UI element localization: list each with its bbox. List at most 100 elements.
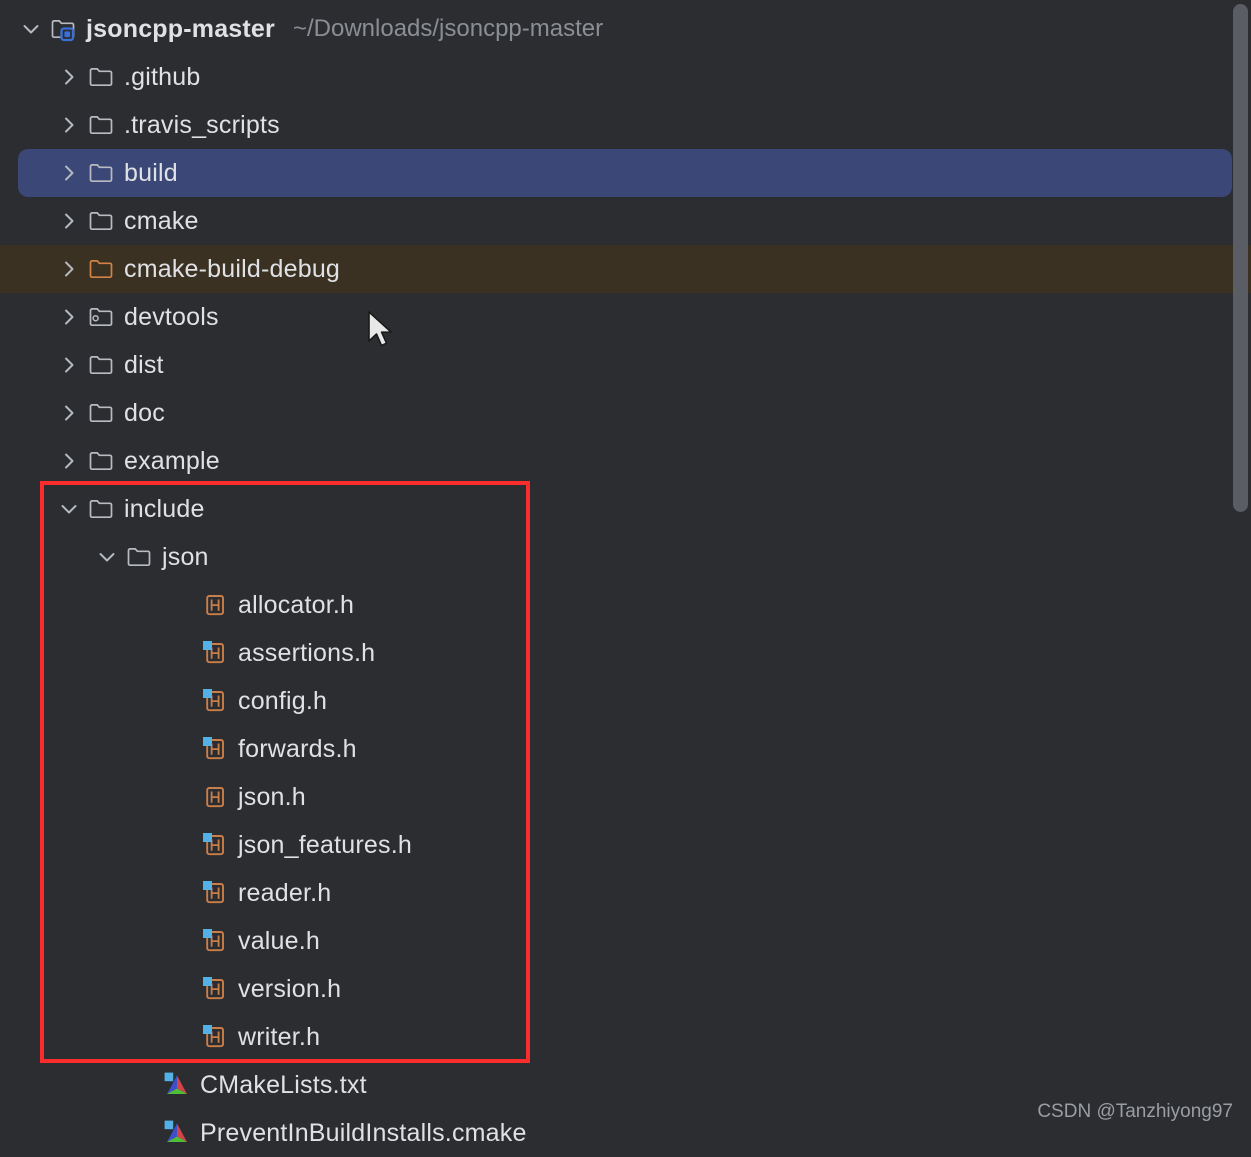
tree-row-content: value.h: [0, 917, 320, 965]
tree-row-background: [18, 149, 1232, 197]
header-file-icon: [202, 1024, 228, 1050]
tree-row-content: cmake: [0, 197, 199, 245]
tree-row-content: CMakeLists.txt: [0, 1061, 367, 1109]
header-file-icon: [202, 592, 228, 618]
tree-row-content: include: [0, 485, 205, 533]
folder-icon: [88, 400, 114, 426]
tree-row-content: .travis_scripts: [0, 101, 280, 149]
tree-row-content: assertions.h: [0, 629, 375, 677]
tree-row[interactable]: devtools: [0, 293, 1251, 341]
tree-row-label: include: [124, 494, 205, 523]
folder-source-root-icon: [88, 304, 114, 330]
tree-row[interactable]: dist: [0, 341, 1251, 389]
folder-icon: [88, 160, 114, 186]
tree-row[interactable]: .travis_scripts: [0, 101, 1251, 149]
header-file-icon: [202, 784, 228, 810]
header-file-icon: [202, 640, 228, 666]
tree-row-content: reader.h: [0, 869, 331, 917]
tree-row-path-hint: ~/Downloads/jsoncpp-master: [292, 15, 604, 42]
tree-row[interactable]: doc: [0, 389, 1251, 437]
chevron-down-icon[interactable]: [94, 544, 120, 570]
tree-row-label: jsoncpp-master: [86, 14, 275, 43]
chevron-right-icon[interactable]: [56, 256, 82, 282]
chevron-right-icon[interactable]: [56, 160, 82, 186]
tree-row[interactable]: .github: [0, 53, 1251, 101]
tree-row-label: .travis_scripts: [124, 110, 280, 139]
tree-row[interactable]: allocator.h: [0, 581, 1251, 629]
tree-row-content: dist: [0, 341, 164, 389]
tree-row[interactable]: json_features.h: [0, 821, 1251, 869]
tree-row-content: .github: [0, 53, 200, 101]
header-file-icon: [202, 832, 228, 858]
tree-row-content: allocator.h: [0, 581, 354, 629]
tree-row-content: forwards.h: [0, 725, 357, 773]
tree-row[interactable]: value.h: [0, 917, 1251, 965]
folder-icon: [88, 208, 114, 234]
tree-row[interactable]: version.h: [0, 965, 1251, 1013]
tree-row-label: allocator.h: [238, 590, 355, 619]
tree-row-label: build: [124, 158, 178, 187]
tree-row-content: PreventInBuildInstalls.cmake: [0, 1109, 527, 1157]
tree-row-label: reader.h: [238, 878, 332, 907]
tree-row-label: config.h: [238, 686, 328, 715]
tree-row-background: [0, 341, 1251, 389]
tree-row-content: build: [0, 149, 178, 197]
chevron-right-icon[interactable]: [56, 304, 82, 330]
tree-row-content: doc: [0, 389, 165, 437]
tree-row[interactable]: writer.h: [0, 1013, 1251, 1061]
tree-row-label: PreventInBuildInstalls.cmake: [200, 1118, 527, 1147]
folder-icon: [88, 496, 114, 522]
vertical-scrollbar-thumb[interactable]: [1233, 4, 1248, 512]
tree-row-content: version.h: [0, 965, 341, 1013]
tree-row-content: writer.h: [0, 1013, 320, 1061]
tree-row[interactable]: forwards.h: [0, 725, 1251, 773]
chevron-right-icon[interactable]: [56, 400, 82, 426]
folder-icon: [88, 64, 114, 90]
chevron-right-icon[interactable]: [56, 208, 82, 234]
tree-row-label: value.h: [238, 926, 321, 955]
chevron-right-icon[interactable]: [56, 64, 82, 90]
vertical-scrollbar-track[interactable]: [1230, 0, 1251, 1143]
tree-row[interactable]: assertions.h: [0, 629, 1251, 677]
tree-row-content: example: [0, 437, 220, 485]
tree-row[interactable]: build: [0, 149, 1251, 197]
tree-row-content: cmake-build-debug: [0, 245, 340, 293]
tree-row[interactable]: json.h: [0, 773, 1251, 821]
tree-row[interactable]: cmake: [0, 197, 1251, 245]
tree-row-label: .github: [124, 62, 201, 91]
csdn-watermark: CSDN @Tanzhiyong97: [1037, 1101, 1233, 1122]
chevron-down-icon[interactable]: [56, 496, 82, 522]
tree-row-label: cmake-build-debug: [124, 254, 341, 283]
chevron-down-icon[interactable]: [18, 16, 44, 42]
header-file-icon: [202, 928, 228, 954]
tree-row[interactable]: example: [0, 437, 1251, 485]
chevron-right-icon[interactable]: [56, 112, 82, 138]
tree-row-label: version.h: [238, 974, 342, 1003]
tree-row-label: cmake: [124, 206, 199, 235]
chevron-right-icon[interactable]: [56, 352, 82, 378]
tree-row-label: json_features.h: [238, 830, 412, 859]
tree-row-label: json.h: [238, 782, 306, 811]
tree-row-label: dist: [124, 350, 164, 379]
tree-row-content: config.h: [0, 677, 327, 725]
tree-row[interactable]: include: [0, 485, 1251, 533]
header-file-icon: [202, 880, 228, 906]
chevron-right-icon[interactable]: [56, 448, 82, 474]
tree-row-content: jsoncpp-master ~/Downloads/jsoncpp-master: [0, 5, 603, 53]
tree-row-label: example: [124, 446, 220, 475]
tree-row-content: json_features.h: [0, 821, 412, 869]
tree-row-content: devtools: [0, 293, 219, 341]
tree-row-label: assertions.h: [238, 638, 376, 667]
folder-icon: [88, 112, 114, 138]
tree-row[interactable]: reader.h: [0, 869, 1251, 917]
tree-row[interactable]: config.h: [0, 677, 1251, 725]
project-file-tree[interactable]: jsoncpp-master ~/Downloads/jsoncpp-master…: [0, 0, 1251, 1147]
header-file-icon: [202, 688, 228, 714]
folder-icon: [88, 448, 114, 474]
tree-row[interactable]: jsoncpp-master ~/Downloads/jsoncpp-master: [0, 5, 1251, 53]
tree-row[interactable]: json: [0, 533, 1251, 581]
tree-row[interactable]: cmake-build-debug: [0, 245, 1251, 293]
tree-row-label: json: [162, 542, 209, 571]
tree-row-content: json.h: [0, 773, 306, 821]
folder-project-root-icon: [50, 16, 76, 42]
